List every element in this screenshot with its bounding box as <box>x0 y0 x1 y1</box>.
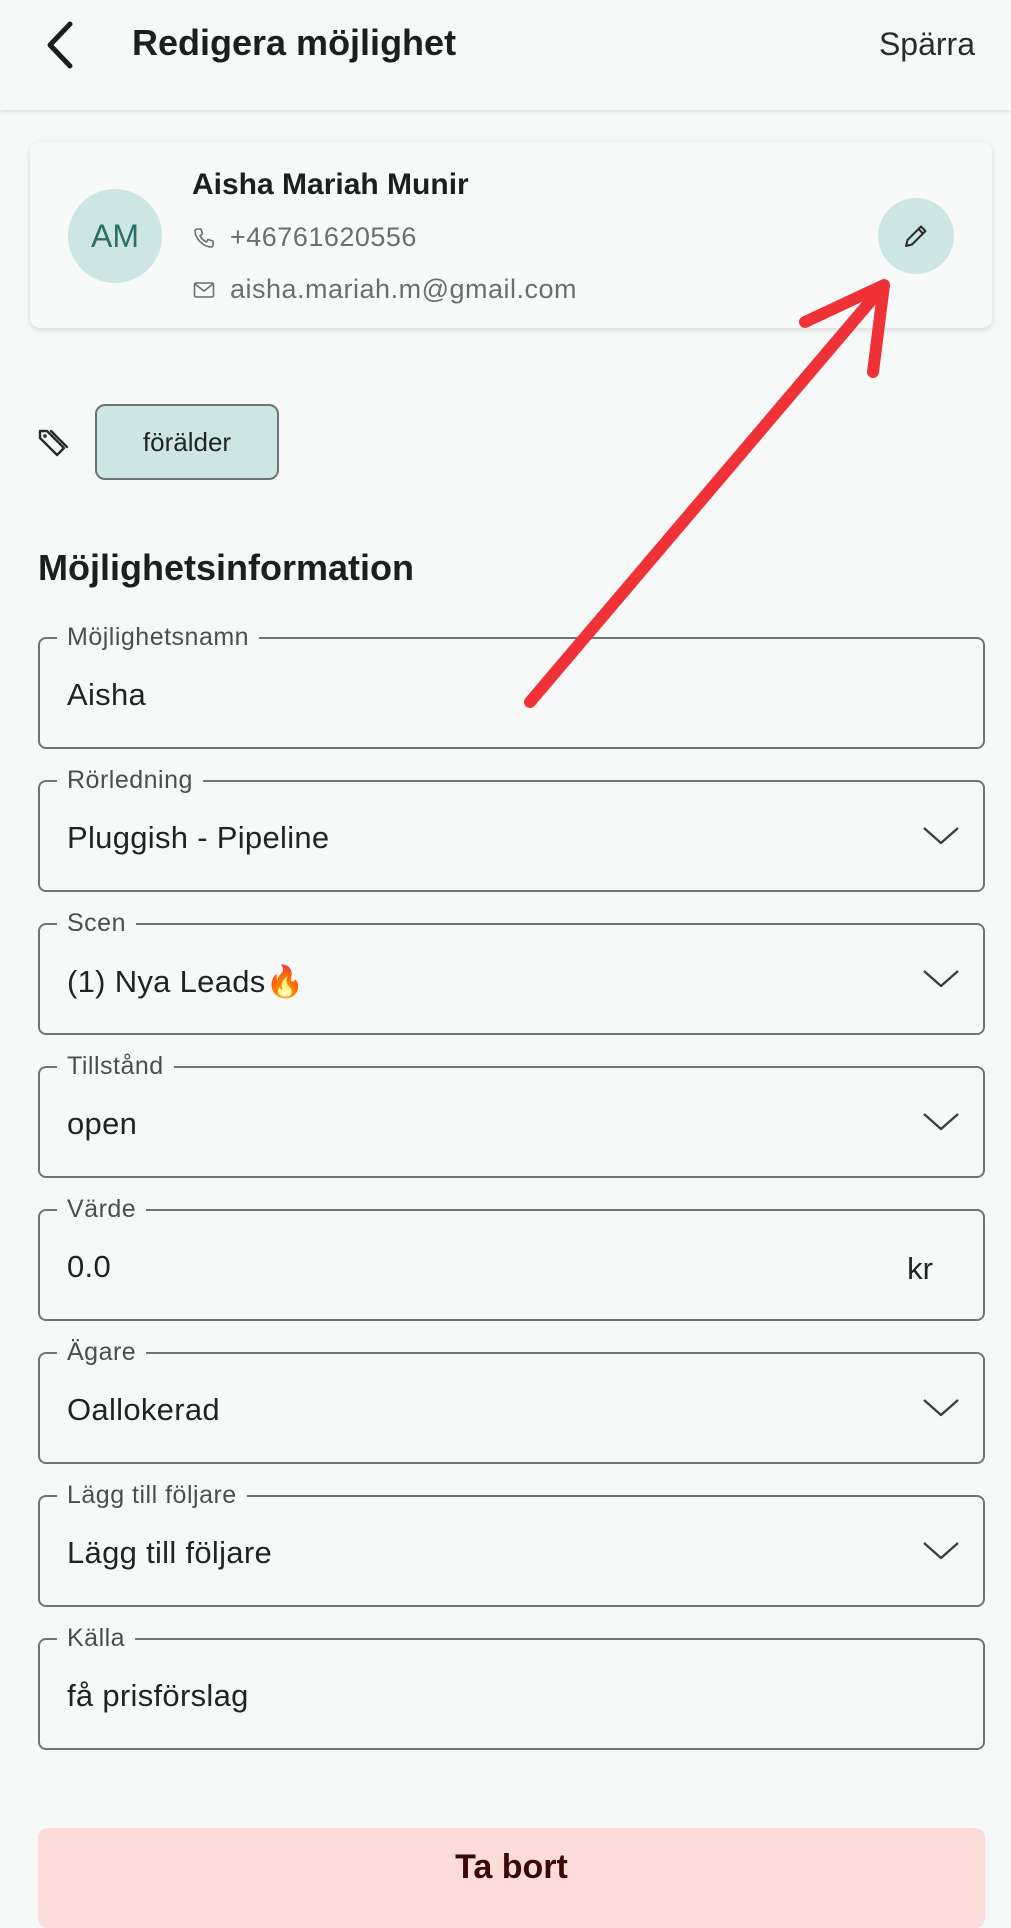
field-value: Lägg till följare <box>67 1535 272 1570</box>
field-label: Rörledning <box>57 766 203 794</box>
field-value: 0.0 <box>67 1249 111 1284</box>
chevron-down-icon <box>923 1542 959 1560</box>
mail-icon <box>193 281 215 298</box>
chevron-left-icon <box>47 21 73 69</box>
app-bar: Redigera möjlighet Spärra <box>0 0 1011 110</box>
field-value: Oallokerad <box>67 1392 220 1427</box>
contact-phone-row: +46761620556 <box>192 222 417 253</box>
pipeline-select[interactable]: Rörledning Pluggish - Pipeline <box>38 766 985 892</box>
save-button[interactable]: Spärra <box>879 26 975 63</box>
chevron-down-icon <box>923 1399 959 1417</box>
status-select[interactable]: Tillstånd open <box>38 1052 985 1178</box>
field-label: Möjlighetsnamn <box>57 623 260 651</box>
field-value: få prisförslag <box>67 1678 249 1713</box>
followers-select[interactable]: Lägg till följare Lägg till följare <box>38 1481 985 1607</box>
field-value: (1) Nya Leads🔥 <box>67 964 305 999</box>
avatar: AM <box>68 189 162 283</box>
field-value: Aisha <box>67 677 147 712</box>
section-heading: Möjlighetsinformation <box>38 547 414 588</box>
field-label: Lägg till följare <box>57 1481 247 1509</box>
field-label: Ägare <box>57 1338 147 1366</box>
tag-chip[interactable]: förälder <box>95 404 279 480</box>
edit-contact-button[interactable] <box>878 198 954 274</box>
page-title: Redigera möjlighet <box>132 22 457 63</box>
delete-button[interactable]: Ta bort <box>38 1828 985 1928</box>
currency-suffix: kr <box>907 1251 933 1286</box>
delete-button-label: Ta bort <box>455 1848 568 1886</box>
field-label: Värde <box>57 1195 147 1223</box>
contact-name: Aisha Mariah Munir <box>192 168 469 201</box>
tag-icon <box>36 426 70 465</box>
pencil-icon <box>905 225 927 247</box>
chevron-down-icon <box>923 1113 959 1131</box>
opportunity-name-field[interactable]: Möjlighetsnamn Aisha <box>38 623 985 749</box>
owner-select[interactable]: Ägare Oallokerad <box>38 1338 985 1464</box>
contact-email: aisha.mariah.m@gmail.com <box>230 274 578 304</box>
back-button[interactable] <box>40 20 90 70</box>
field-label: Scen <box>57 909 136 937</box>
source-input[interactable]: Källa få prisförslag <box>38 1624 985 1750</box>
field-value: Pluggish - Pipeline <box>67 820 330 855</box>
phone-icon <box>194 227 214 248</box>
value-input[interactable]: Värde 0.0 kr <box>38 1195 985 1321</box>
field-label: Tillstånd <box>57 1052 174 1080</box>
contact-phone: +46761620556 <box>230 222 417 252</box>
stage-select[interactable]: Scen (1) Nya Leads🔥 <box>38 909 985 1035</box>
field-value: open <box>67 1106 138 1141</box>
field-label: Källa <box>57 1624 136 1652</box>
chevron-down-icon <box>923 970 959 988</box>
chevron-down-icon <box>923 827 959 845</box>
contact-email-row: aisha.mariah.m@gmail.com <box>192 274 577 305</box>
contact-card: AM Aisha Mariah Munir +46761620556 aisha… <box>30 142 992 328</box>
